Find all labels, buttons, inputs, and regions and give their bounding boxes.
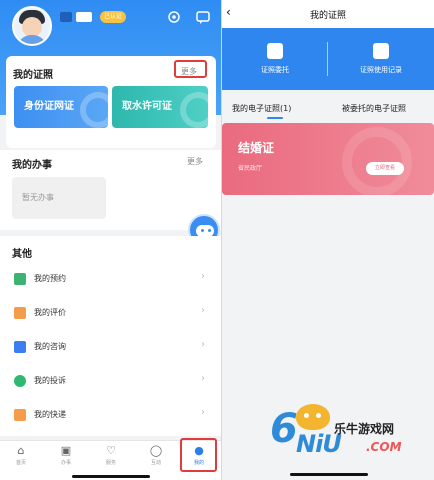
menu-item-label: 我的预约 [34,274,66,283]
nav-bar: ‹ 我的证照 [222,0,434,28]
cert-tile-id-card-label: 身份证网证 [24,101,74,112]
menu-item-consultations[interactable]: 我的咨询 › [0,330,221,364]
chevron-right-icon: › [201,407,205,418]
tab-label: 办事 [60,460,71,466]
mascot-eye [304,413,309,418]
record-icon [373,43,389,59]
chevron-right-icon: › [201,339,205,350]
mascot-eye [316,413,321,418]
menu-item-reviews[interactable]: 我的评价 › [0,296,221,330]
my-certificates-title: 我的证照 [13,70,53,81]
cert-actions-banner: 证照委托 证照使用记录 [222,28,434,90]
tab-interaction[interactable]: ◯ 互动 [141,443,171,477]
watermark-brand-cn: 乐牛游戏网 [334,422,395,436]
cert-tile-water-permit[interactable]: 取水许可证 [112,86,208,128]
delegate-icon [267,43,283,59]
menu-item-label: 我的投诉 [34,376,66,385]
shield-icon [14,375,26,387]
view-now-button[interactable]: 立即查看 [366,162,404,175]
message-icon[interactable] [195,9,211,25]
more-highlight-box [174,60,207,78]
name-placeholder-icon [60,12,72,22]
watermark-brand-en: NiU [296,430,342,458]
tab-label: 服务 [105,460,116,466]
settings-gear-icon[interactable] [166,9,182,25]
chat-icon [14,341,26,353]
avatar-body [17,35,47,44]
chevron-right-icon: › [201,373,205,384]
chat-bubble-icon: ◯ [149,444,163,457]
marriage-certificate-title: 结婚证 [238,141,275,155]
faucet-icon [180,92,208,128]
menu-item-label: 我的咨询 [34,342,66,351]
home-icon: ⌂ [17,444,25,457]
mine-tab-highlight-box [180,438,217,472]
cow-mascot-icon [296,404,330,430]
verified-badge: 已认证 [100,11,127,23]
tab-label: 首页 [15,460,26,466]
home-indicator [290,473,368,476]
robot-eye-left [201,229,204,232]
tab-favorites[interactable]: ♡ 服务 [96,443,126,477]
chevron-right-icon: › [201,305,205,316]
my-affairs-more-link[interactable]: 更多 [187,156,203,167]
cert-usage-record-button[interactable]: 证照使用记录 [328,28,434,90]
other-section-title: 其他 [12,249,32,260]
my-affairs-title: 我的办事 [12,160,52,171]
alarm-clock-icon [14,273,26,285]
comment-icon [14,307,26,319]
avatar[interactable] [12,6,52,46]
tab-label: 互动 [150,460,161,466]
menu-item-label: 我的快递 [34,410,66,419]
marriage-certificate-card[interactable]: 结婚证 省民政厅 立即查看 [222,123,434,195]
cert-delegate-label: 证照委托 [261,66,289,74]
tab-my-e-certs[interactable]: 我的电子证照(1) [232,103,291,114]
menu-item-complaints[interactable]: 我的投诉 › [0,364,221,398]
cert-tile-id-card[interactable]: 身份证网证 [14,86,108,128]
package-icon [14,409,26,421]
watermark-suffix: .COM [366,440,402,454]
avatar-face [22,17,42,37]
cert-tile-water-permit-label: 取水许可证 [122,101,172,112]
no-affairs-placeholder: 暂无办事 [12,177,106,219]
briefcase-icon: ▣ [60,444,72,457]
card-decoration [342,127,412,195]
active-tab-indicator [267,117,283,119]
menu-item-appointments[interactable]: 我的预约 › [0,262,221,296]
tab-services[interactable]: ▣ 办事 [51,443,81,477]
id-card-icon [76,12,92,22]
watermark-digit: 6 [270,406,298,452]
tab-delegated-e-certs[interactable]: 被委托的电子证照 [342,103,406,114]
home-indicator [72,475,150,478]
menu-item-express[interactable]: 我的快递 › [0,398,221,432]
chevron-right-icon: › [201,271,205,282]
robot-eye-right [208,229,211,232]
cert-tile-decoration [80,92,108,128]
marriage-certificate-issuer: 省民政厅 [238,165,263,172]
tab-home[interactable]: ⌂ 首页 [6,443,36,477]
cert-usage-record-label: 证照使用记录 [360,66,402,74]
heart-icon: ♡ [106,444,116,457]
cert-delegate-button[interactable]: 证照委托 [222,28,328,90]
page-title: 我的证照 [309,11,346,21]
my-profile-screen: 已认证 我的证照 更多 身份证网证 取水许可证 我的办事 更多 暂无办事 其他 … [0,0,221,480]
menu-item-label: 我的评价 [34,308,66,317]
site-watermark: 6 乐牛游戏网 NiU .COM [270,402,430,462]
